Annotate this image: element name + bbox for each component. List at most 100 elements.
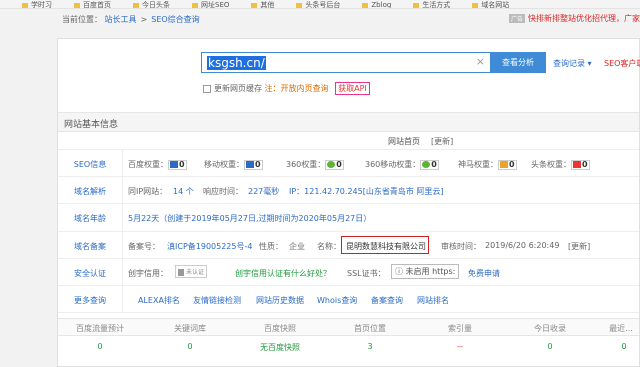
get-api-button[interactable]: 获取API xyxy=(335,82,370,95)
seo-item-name: 百度权重： xyxy=(128,160,168,169)
site-history-link[interactable]: 网站历史数据 xyxy=(256,295,304,306)
icp-query-link[interactable]: 备案查询 xyxy=(371,295,403,306)
stat-cell[interactable]: 0 xyxy=(514,342,586,351)
seo-client-link[interactable]: SEO客户端 xyxy=(604,58,640,69)
same-ip-label: 同IP网站： xyxy=(128,187,168,196)
security-label[interactable]: 安全认证 xyxy=(58,268,122,279)
credit-label: 创宇信用： xyxy=(128,269,168,278)
ip-location-link[interactable]: IP：121.42.70.245[山东省青岛市 阿里云] xyxy=(289,186,444,197)
ad-tag: 广告 xyxy=(508,14,525,23)
col-header: 最近... xyxy=(609,324,633,333)
bookmark-item[interactable]: 域名网站 xyxy=(472,2,509,9)
icp-audit-time: 2019/6/20 6:20:49 xyxy=(485,241,560,250)
more-queries-label[interactable]: 更多查询 xyxy=(58,295,122,306)
stats-table-row: 0 0 无百度快照 3 -- 0 0 xyxy=(58,335,639,357)
stat-cell[interactable]: 无百度快照 xyxy=(244,342,316,353)
bookmark-item[interactable]: 学时习 xyxy=(22,2,52,9)
security-row: 安全认证 创宇信用： 未认证 创宇信用认证有什么好处？ SSL证书： ⓘ 未启用… xyxy=(58,259,639,286)
toutiao-weight-badge[interactable]: 0 xyxy=(571,159,590,170)
breadcrumb-home-link[interactable]: 站长工具 xyxy=(105,15,137,24)
panel-title: 网站基本信息 xyxy=(64,120,119,130)
options-note: 注：开放内页查询 xyxy=(264,84,329,93)
shenma-icon xyxy=(500,160,508,168)
stat-cell[interactable]: -- xyxy=(424,342,496,351)
icp-num-link[interactable]: 滇ICP备19005225号-4 xyxy=(167,241,252,252)
360-weight-badge[interactable]: 0 xyxy=(325,159,344,170)
records-label[interactable]: 查询记录 xyxy=(553,59,585,68)
bookmark-item[interactable]: 头条号后台 xyxy=(296,2,340,9)
col-header: 百度快照 xyxy=(264,324,296,333)
col-header: 今日收录 xyxy=(534,324,566,333)
icp-update-link[interactable]: [更新] xyxy=(568,241,590,252)
bookmark-item[interactable]: 生活方式 xyxy=(413,2,450,9)
seo-item: 360移动权重： 0 xyxy=(365,159,439,170)
paw-icon xyxy=(170,160,178,168)
paw-icon xyxy=(246,160,254,168)
seo-info-row: SEO信息 百度权重： 0 移动权重： 0 360权重： 0 360移动权重： 0 神马… xyxy=(58,150,639,177)
col-header: 索引量 xyxy=(448,324,472,333)
shenma-weight-badge[interactable]: 0 xyxy=(498,159,517,170)
bookmark-item[interactable]: 今日头条 xyxy=(133,2,170,9)
stat-cell[interactable]: 0 xyxy=(154,342,226,351)
site-rank-link[interactable]: 网站排名 xyxy=(417,295,449,306)
domain-resolve-row: 域名解析 同IP网站： 14 个 响应时间： 227毫秒 IP：121.42.7… xyxy=(58,177,639,204)
alexa-rank-link[interactable]: ALEXA排名 xyxy=(138,295,180,306)
seo-item: 神马权重： 0 xyxy=(458,159,517,170)
analyze-button[interactable]: 查看分析 xyxy=(490,52,546,73)
icp-label[interactable]: 域名备案 xyxy=(58,241,122,252)
ssl-label: SSL证书： xyxy=(347,269,386,278)
stats-table-header: 百度流量预计 关键词库 百度快照 首页位置 索引量 今日收录 最近... xyxy=(58,318,639,336)
chevron-down-icon: ▾ xyxy=(587,59,592,68)
bookmark-item[interactable]: 其他 xyxy=(251,2,274,9)
bookmark-item[interactable]: Zblog xyxy=(362,2,391,9)
seo-item-name: 头条权重： xyxy=(531,160,571,169)
breadcrumb-current[interactable]: SEO综合查询 xyxy=(151,15,199,24)
https-status-badge: ⓘ 未启用 https: xyxy=(391,264,460,279)
options-row: 更新网页缓存 注：开放内页查询 获取API xyxy=(203,82,370,95)
promo-text[interactable]: 快排新排整站优化招代理，广家 xyxy=(528,14,640,23)
domain-search-input[interactable]: ksgsh.cn/ × xyxy=(201,52,491,73)
promo-banner[interactable]: 广告 快排新排整站优化招代理，广家 xyxy=(508,13,640,24)
same-ip-count-link[interactable]: 14 个 xyxy=(173,186,194,197)
toutiao-icon xyxy=(573,160,581,168)
ssl-apply-link[interactable]: 免费申请 xyxy=(468,268,500,279)
query-records-dropdown[interactable]: 查询记录 ▾ xyxy=(553,58,592,69)
stat-cell[interactable]: 0 xyxy=(604,342,640,351)
icp-nature-label: 性质： xyxy=(259,242,283,251)
domain-age-value: 5月22天（创建于2019年05月27日,过期时间为2020年05月27日） xyxy=(128,214,372,223)
col-header: 首页位置 xyxy=(354,324,386,333)
col-header: 关键词库 xyxy=(174,324,206,333)
seo-item-name: 360移动权重： xyxy=(365,160,421,169)
update-cache-checkbox[interactable] xyxy=(203,84,211,93)
mobile-weight-badge[interactable]: 0 xyxy=(244,159,263,170)
shield-icon xyxy=(178,269,184,276)
bookmark-item[interactable]: 网址SEO xyxy=(192,2,229,9)
homepage-update-link[interactable]: [更新] xyxy=(431,136,453,147)
search-value[interactable]: ksgsh.cn/ xyxy=(207,56,266,70)
update-cache-label[interactable]: 更新网页缓存 xyxy=(214,84,262,93)
uncertified-badge[interactable]: 未认证 xyxy=(175,265,208,278)
friend-links-check-link[interactable]: 友情链接检测 xyxy=(193,295,241,306)
bookmarks-bar: 学时习 百度首页 今日头条 网址SEO 其他 头条号后台 Zblog 生活方式 域名网站 xyxy=(0,0,640,9)
panel-header: 网站基本信息 xyxy=(58,112,639,132)
clear-icon[interactable]: × xyxy=(476,55,485,68)
seo-info-label[interactable]: SEO信息 xyxy=(58,159,122,170)
stat-cell[interactable]: 3 xyxy=(334,342,406,351)
company-name-highlight-box xyxy=(341,236,429,254)
col-header: 百度流量预计 xyxy=(76,324,124,333)
credit-benefit-link[interactable]: 创宇信用认证有什么好处？ xyxy=(235,268,331,279)
seo-item: 头条权重： 0 xyxy=(531,159,590,170)
breadcrumb-prefix: 当前位置： xyxy=(62,15,102,24)
stat-cell[interactable]: 0 xyxy=(64,342,136,351)
360-mobile-weight-badge[interactable]: 0 xyxy=(420,159,439,170)
whois-link[interactable]: Whois查询 xyxy=(317,295,357,306)
seo-item-name: 360权重： xyxy=(286,160,326,169)
domain-age-label[interactable]: 域名年龄 xyxy=(58,213,122,224)
icp-num-label: 备案号： xyxy=(128,242,160,251)
homepage-row: 网站首页 [更新] xyxy=(58,131,639,150)
more-queries-row: 更多查询 ALEXA排名 友情链接检测 网站历史数据 Whois查询 备案查询 … xyxy=(58,286,639,313)
bookmark-item[interactable]: 百度首页 xyxy=(74,2,111,9)
domain-resolve-label[interactable]: 域名解析 xyxy=(58,186,122,197)
breadcrumb-sep: > xyxy=(140,15,148,24)
baidu-weight-badge[interactable]: 0 xyxy=(168,159,187,170)
